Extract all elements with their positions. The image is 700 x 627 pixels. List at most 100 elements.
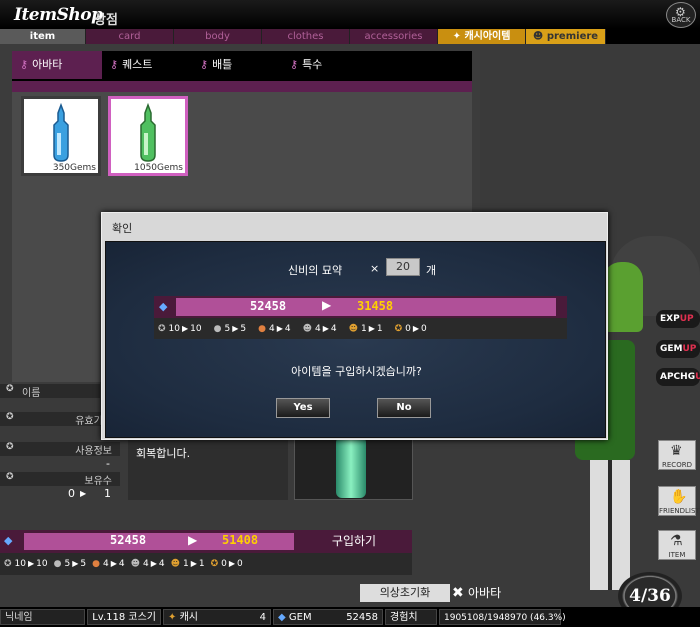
- item-button[interactable]: ⚗ ITEM: [658, 530, 696, 560]
- gear-icon: ✪: [158, 323, 166, 334]
- stat-bar: ✪ 10 ▶ 10 ● 5 ▶ 5 ● 4 ▶ 4 ☻ 4 ▶ 4 ☻ 1 ▶ 1 ✪ 0 ▶ 0: [0, 553, 412, 575]
- stat-to: 4: [284, 323, 291, 334]
- arrow-right-icon: ▶: [412, 323, 420, 333]
- tab-body[interactable]: body: [174, 29, 262, 44]
- arrow-right-icon: ▶: [150, 559, 157, 568]
- stat-special: ✪ 0 ▶ 0: [211, 559, 243, 569]
- bottom-tabs: 의상초기화 ✖ 아바타: [360, 584, 530, 604]
- status-bar: 닉네임 Lv.118 코스기 ✦ 캐시 4 ◆ GEM 52458 경험치 1905…: [0, 607, 700, 627]
- gear-icon: ✪: [4, 559, 12, 569]
- arrow-right-icon: ▶: [190, 559, 197, 568]
- face-icon: ●: [258, 323, 266, 334]
- stat-to: 0: [421, 323, 427, 334]
- friendlist-button[interactable]: ✋ FRIENDLIST: [658, 486, 700, 516]
- star-icon: ✪: [394, 323, 403, 334]
- exp-label: 경험치: [390, 612, 418, 623]
- tab-cash-item[interactable]: ✦ 캐시아이템: [438, 29, 526, 44]
- back-button[interactable]: ⚙ BACK: [666, 2, 696, 28]
- face-icon: ☻: [130, 559, 140, 569]
- tab-cash-item-label: 캐시아이템: [464, 31, 511, 42]
- stat-from: 1: [360, 323, 367, 334]
- yes-button[interactable]: Yes: [276, 398, 330, 418]
- no-button[interactable]: No: [377, 398, 431, 418]
- reset-clothes-button[interactable]: 의상초기화: [360, 584, 450, 602]
- face-icon: ●: [92, 559, 100, 569]
- stat-to: 10: [190, 323, 202, 334]
- cash-label: 캐시: [179, 612, 198, 623]
- description-box: [128, 430, 288, 500]
- buy-button[interactable]: 구입하기: [300, 532, 408, 551]
- face-icon: ☻: [302, 323, 312, 334]
- gem-value: 52458: [346, 612, 378, 623]
- shield-icon: ●: [53, 559, 62, 569]
- gem-after: 51408: [222, 533, 259, 547]
- info-name-row: ✪ 이름: [0, 384, 100, 399]
- stat-power: ● 4 ▶ 4: [258, 324, 290, 334]
- sub-tabs: ⚷ 아바타 ⚷ 퀘스트 ⚷ 배틀 ⚷ 특수: [12, 51, 472, 81]
- stat-luck: ☻ 1 ▶ 1: [171, 559, 205, 569]
- record-button[interactable]: ♛ RECORD: [658, 440, 696, 470]
- gem-label: GEM: [288, 612, 312, 623]
- tab-item[interactable]: item: [0, 29, 86, 44]
- gem-icon: ◆: [278, 612, 286, 623]
- arrow-right-icon: ▶: [28, 559, 35, 568]
- stat-special: ✪ 0 ▶ 0: [395, 324, 427, 334]
- subtab-special-label: 특수: [302, 58, 323, 71]
- item-slot-green-potion[interactable]: 1050Gems: [108, 96, 188, 176]
- stat-agility: ☻ 4 ▶ 4: [303, 324, 337, 334]
- owned-from: 0: [68, 487, 75, 500]
- arrow-right-icon: ▶: [80, 489, 87, 498]
- character-head: [603, 262, 643, 332]
- subtab-quest[interactable]: ⚷ 퀘스트: [102, 51, 192, 79]
- smiley-icon: ☻: [170, 559, 180, 569]
- item-name: 신비의 묘약: [288, 264, 343, 277]
- cash-icon: ✦: [168, 612, 177, 623]
- level-cell: Lv.118 코스기: [87, 609, 161, 625]
- key-icon: ⚷: [200, 58, 209, 71]
- tab-premiere-label: premiere: [546, 31, 599, 42]
- stat-to: 4: [118, 559, 125, 569]
- blue-potion-icon: [53, 102, 69, 162]
- tab-card[interactable]: card: [86, 29, 174, 44]
- dialog-gem-bar: ◆ 52458 ▶ 31458: [154, 296, 567, 318]
- sparkle-icon: ✦: [452, 31, 461, 42]
- gear-icon: ✪: [6, 472, 14, 482]
- tab-clothes[interactable]: clothes: [262, 29, 350, 44]
- smiley-icon: ☻: [532, 31, 544, 42]
- arrow-right-icon: ▶: [276, 323, 283, 333]
- header: ItemShop 상점 ⚙ BACK: [0, 0, 700, 30]
- arrow-right-icon: ▶: [322, 298, 332, 312]
- level-value: Lv.118 코스기: [92, 612, 156, 623]
- gem-icon: ◆: [4, 534, 13, 547]
- tab-accessories[interactable]: accessories: [350, 29, 438, 44]
- subtab-battle[interactable]: ⚷ 배틀: [192, 51, 282, 79]
- gear-icon: ✪: [6, 442, 14, 452]
- avatar-tab[interactable]: ✖ 아바타: [450, 584, 530, 602]
- apchg-up-badge: APCHGUP: [656, 368, 700, 386]
- item-price: 1050Gems: [134, 163, 183, 173]
- arrow-right-icon: ▶: [182, 323, 189, 333]
- stat-to: 5: [80, 559, 87, 569]
- stat-from: 4: [102, 559, 109, 569]
- friendlist-label: FRIENDLIST: [659, 507, 700, 515]
- stat-from: 0: [405, 323, 411, 334]
- arrow-right-icon: ▶: [188, 533, 198, 547]
- quantity-field[interactable]: 20: [386, 258, 420, 276]
- item-price: 350Gems: [52, 163, 96, 173]
- stat-to: 1: [198, 559, 205, 569]
- key-icon: ⚷: [110, 58, 119, 71]
- subtab-special[interactable]: ⚷ 특수: [282, 51, 372, 79]
- apchg-badge-label: APCHG: [660, 372, 696, 382]
- gear-icon: ⚙: [675, 5, 686, 19]
- tab-premiere[interactable]: ☻ premiere: [526, 29, 606, 44]
- stat-luck: ☻ 1 ▶ 1: [349, 324, 383, 334]
- arrow-right-icon: ▶: [228, 559, 236, 568]
- subtab-avatar[interactable]: ⚷ 아바타: [12, 51, 102, 79]
- gem-badge-label: GEM: [660, 344, 683, 354]
- nickname-cell: 닉네임: [0, 609, 85, 625]
- item-slot-blue-potion[interactable]: 350Gems: [21, 96, 101, 176]
- smiley-icon: ☻: [348, 323, 358, 334]
- purchase-bar: ◆ 52458 ▶ 51408 구입하기: [0, 530, 412, 553]
- item-label: ITEM: [668, 551, 686, 559]
- dialog-title: 확인: [112, 222, 133, 235]
